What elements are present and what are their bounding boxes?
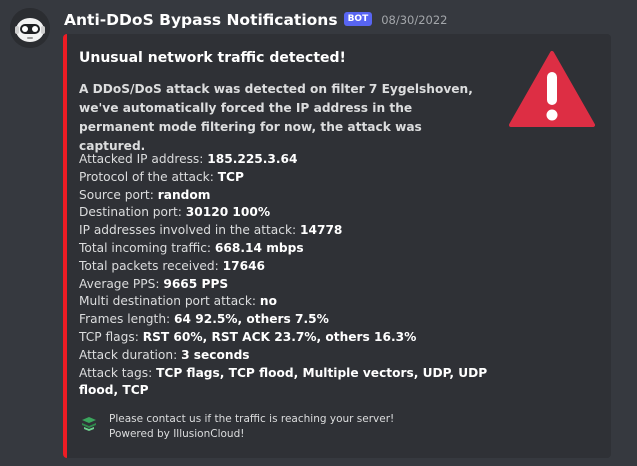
author-name[interactable]: Anti-DDoS Bypass Notifications [64,11,338,29]
field-attack-tags: Attack tags: TCP flags, TCP flood, Multi… [79,365,488,398]
field-ip-count: IP addresses involved in the attack: 147… [79,223,343,238]
field-incoming-traffic: Total incoming traffic: 668.14 mbps [79,240,304,255]
message-timestamp: 08/30/2022 [381,13,448,27]
bot-badge: BOT [343,12,373,26]
embed-footer: Please contact us if the traffic is reac… [79,412,394,441]
field-protocol: Protocol of the attack: TCP [79,169,244,184]
field-attacked-ip: Attacked IP address: 185.225.3.64 [79,152,298,166]
field-frames-length: Frames length: 64 92.5%, others 7.5% [79,312,329,327]
footer-line-contact: Please contact us if the traffic is reac… [109,413,395,425]
field-average-pps: Average PPS: 9665 PPS [79,276,229,291]
embed-description: A DDoS/DoS attack was detected on filter… [79,82,473,153]
warning-triangle-icon [509,50,595,128]
field-source-port: Source port: random [79,187,211,202]
field-attack-duration: Attack duration: 3 seconds [79,347,250,362]
embed-card: Unusual network traffic detected! A DDoS… [63,34,611,458]
robot-avatar-icon[interactable] [10,8,50,48]
illusioncloud-logo-icon [79,414,99,432]
message-header: Anti-DDoS Bypass Notifications BOT 08/30… [64,9,448,31]
field-multi-port: Multi destination port attack: no [79,294,277,309]
field-tcp-flags: TCP flags: RST 60%, RST ACK 23.7%, other… [79,329,417,344]
embed-fields: Attacked IP address: 185.225.3.64 Protoc… [79,151,499,400]
field-packets-received: Total packets received: 17646 [79,258,266,273]
embed-title: Unusual network traffic detected! [79,50,346,66]
footer-line-powered: Powered by IllusionCloud! [109,427,245,440]
field-destination-port: Destination port: 30120 100% [79,205,271,220]
